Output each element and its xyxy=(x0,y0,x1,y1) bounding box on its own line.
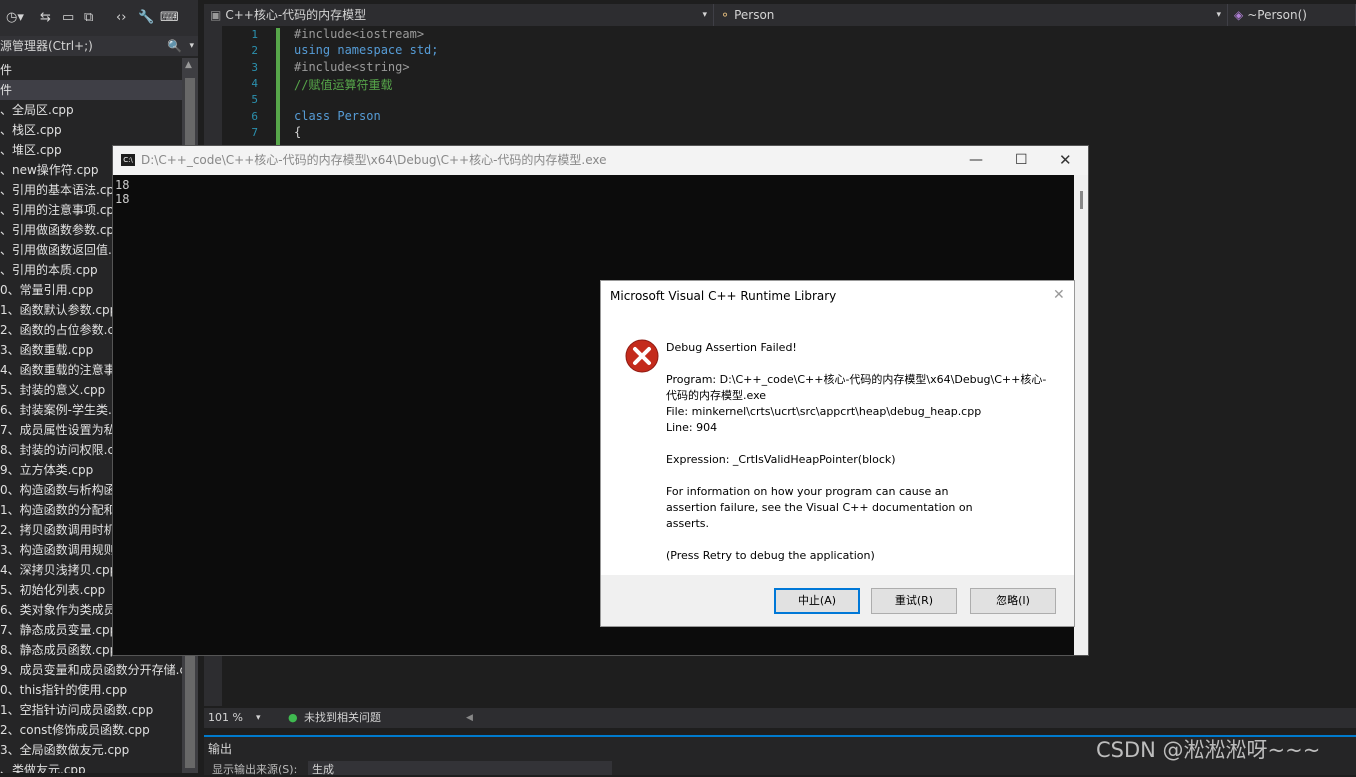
output-title: 输出 xyxy=(208,742,233,756)
line-number: 7 xyxy=(251,125,258,139)
file-dropdown[interactable]: ▣ C++核心-代码的内存模型 ▾ xyxy=(204,4,714,26)
line-number: 1 xyxy=(251,28,258,41)
chevron-down-icon: ▾ xyxy=(702,10,707,20)
console-line: 18 xyxy=(115,178,130,192)
editor-navbar: ▣ C++核心-代码的内存模型 ▾ ⚬ Person ▾ ◈ ~Person() xyxy=(204,4,1356,26)
watermark: CSDN @淞淞淞呀~~~ xyxy=(1096,738,1321,762)
member-dropdown[interactable]: ◈ ~Person() xyxy=(1228,4,1356,26)
code-line[interactable]: #include<iostream> xyxy=(294,27,424,41)
dialog-button-bar: 中止(A) 重试(R) 忽略(I) xyxy=(601,575,1074,626)
output-source-label: 显示输出来源(S): xyxy=(212,763,298,776)
console-output: 18 18 xyxy=(115,178,129,206)
line-number: 6 xyxy=(251,109,258,123)
scroll-left-icon[interactable]: ◀ xyxy=(466,708,473,728)
chevron-down-icon: ▾ xyxy=(1216,10,1221,20)
dialog-line: Line: 904 xyxy=(666,421,718,434)
zoom-level[interactable]: 101 % xyxy=(208,708,243,728)
code-line[interactable]: { xyxy=(294,125,301,139)
solution-search[interactable]: 源管理器(Ctrl+;) 🔍 ▾ xyxy=(0,36,198,56)
preview-icon[interactable]: ⌨ xyxy=(160,10,179,25)
close-icon[interactable]: ✕ xyxy=(1053,287,1065,303)
code-icon[interactable]: ‹› xyxy=(116,10,126,25)
copy-icon[interactable]: ⧉ xyxy=(84,10,93,25)
scroll-up-icon[interactable]: ▲ xyxy=(185,60,192,70)
collapse-icon[interactable]: ▭ xyxy=(62,10,74,25)
solution-item[interactable]: 2、const修饰成员函数.cpp xyxy=(0,720,182,740)
solution-item[interactable]: 3、全局函数做友元.cpp xyxy=(0,740,182,760)
dialog-program: Program: D:\C++_code\C++核心-代码的内存模型\x64\D… xyxy=(666,373,1047,402)
issues-status[interactable]: 未找到相关问题 xyxy=(304,708,381,728)
back-icon[interactable]: ⇆ xyxy=(40,10,51,25)
search-icon[interactable]: 🔍 xyxy=(167,36,182,56)
solution-item[interactable]: 、栈区.cpp xyxy=(0,120,182,140)
dialog-file: File: minkernel\crts\ucrt\src\appcrt\hea… xyxy=(666,405,982,418)
console-titlebar: C:\ D:\C++_code\C++核心-代码的内存模型\x64\Debug\… xyxy=(113,146,1088,175)
solution-item[interactable]: 0、this指针的使用.cpp xyxy=(0,680,182,700)
dialog-message: Debug Assertion Failed! Program: D:\C++_… xyxy=(666,340,1056,564)
code-line[interactable]: using namespace std; xyxy=(294,43,439,57)
solution-item[interactable]: 件 xyxy=(0,60,182,80)
history-icon[interactable]: ◷▾ xyxy=(6,10,24,25)
wrench-icon[interactable]: 🔧 xyxy=(138,10,154,25)
check-icon: ● xyxy=(288,711,298,724)
line-number: 5 xyxy=(251,93,258,107)
member-dropdown-label: ~Person() xyxy=(1247,8,1307,22)
retry-button[interactable]: 重试(R) xyxy=(871,588,957,614)
solution-item[interactable]: 、全局区.cpp xyxy=(0,100,182,120)
abort-button[interactable]: 中止(A) xyxy=(774,588,860,614)
editor-status-bar: 101 % ▾ ● 未找到相关问题 ◀ xyxy=(204,708,1356,728)
assertion-dialog: Microsoft Visual C++ Runtime Library ✕ D… xyxy=(600,280,1075,627)
dialog-title: Microsoft Visual C++ Runtime Library xyxy=(610,289,837,303)
solution-item[interactable]: 1、空指针访问成员函数.cpp xyxy=(0,700,182,720)
line-number: 3 xyxy=(251,60,258,74)
ignore-button[interactable]: 忽略(I) xyxy=(970,588,1056,614)
solution-search-label: 源管理器(Ctrl+;) xyxy=(0,39,93,53)
file-dropdown-label: C++核心-代码的内存模型 xyxy=(225,8,367,22)
code-line[interactable]: #include<string> xyxy=(294,60,410,74)
solution-toolbar: ◷▾ ⇆ ▭ ⧉ ‹› 🔧 ⌨ xyxy=(0,0,198,36)
chevron-down-icon[interactable]: ▾ xyxy=(256,708,261,728)
console-line: 18 xyxy=(115,192,130,206)
maximize-icon[interactable]: ☐ xyxy=(1015,146,1028,175)
code-line[interactable]: //赋值运算符重载 xyxy=(294,76,392,93)
solution-item[interactable]: 件 xyxy=(0,80,182,100)
error-icon xyxy=(625,339,659,373)
class-dropdown[interactable]: ⚬ Person ▾ xyxy=(714,4,1228,26)
dialog-heading: Debug Assertion Failed! xyxy=(666,341,797,354)
project-icon: ▣ xyxy=(210,8,222,22)
change-indicator xyxy=(276,28,280,148)
line-number: 4 xyxy=(251,76,258,90)
console-app-icon: C:\ xyxy=(121,154,135,166)
solution-item[interactable]: 9、成员变量和成员函数分开存储.c xyxy=(0,660,182,680)
console-scrollbar[interactable] xyxy=(1074,175,1088,655)
minimize-icon[interactable]: — xyxy=(969,146,983,175)
class-icon: ⚬ xyxy=(720,8,731,22)
console-scroll-thumb[interactable] xyxy=(1080,191,1083,209)
class-dropdown-label: Person xyxy=(734,8,775,22)
dialog-expression: Expression: _CrtIsValidHeapPointer(block… xyxy=(666,453,896,466)
chevron-down-icon[interactable]: ▾ xyxy=(189,36,194,56)
code-line[interactable]: class Person xyxy=(294,109,381,123)
dialog-info: For information on how your program can … xyxy=(666,485,973,530)
close-icon[interactable]: ✕ xyxy=(1059,146,1072,175)
dialog-press-retry: (Press Retry to debug the application) xyxy=(666,549,875,562)
solution-item[interactable]: 、类做友元.cpp xyxy=(0,760,182,773)
line-number: 2 xyxy=(251,44,258,58)
console-title: D:\C++_code\C++核心-代码的内存模型\x64\Debug\C++核… xyxy=(141,153,607,167)
method-icon: ◈ xyxy=(1234,8,1244,22)
